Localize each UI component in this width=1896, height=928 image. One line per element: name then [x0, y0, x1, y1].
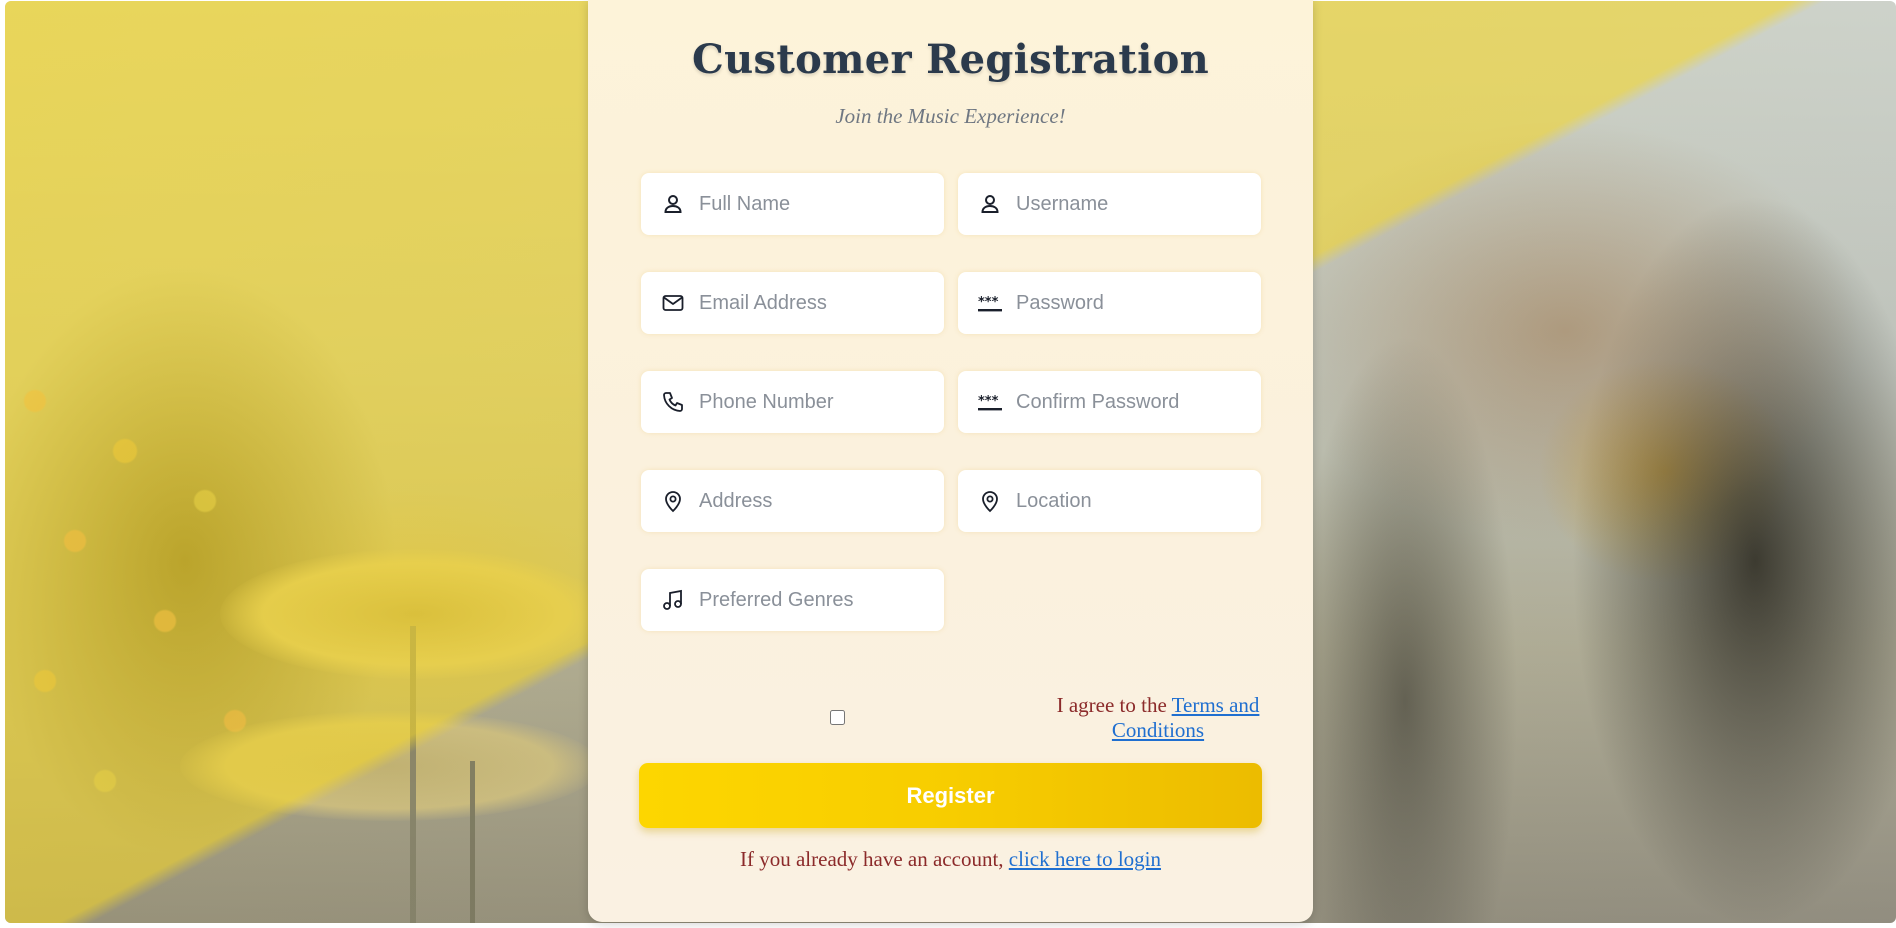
- map-pin-icon: [978, 489, 1002, 513]
- form-title: Customer Registration: [692, 36, 1209, 83]
- phone-field[interactable]: [641, 371, 944, 433]
- login-link[interactable]: click here to login: [1009, 847, 1161, 871]
- preferred-genres-input[interactable]: [699, 569, 929, 631]
- svg-text:***: ***: [978, 394, 999, 409]
- password-field[interactable]: ***: [958, 272, 1261, 334]
- password-icon: ***: [978, 291, 1002, 315]
- user-icon: [661, 192, 685, 216]
- map-pin-icon: [661, 489, 685, 513]
- email-field[interactable]: [641, 272, 944, 334]
- login-prefix: If you already have an account,: [740, 847, 1009, 871]
- registration-card: Customer Registration Join the Music Exp…: [588, 0, 1313, 922]
- password-icon: ***: [978, 390, 1002, 414]
- user-icon: [978, 192, 1002, 216]
- register-button[interactable]: Register: [639, 763, 1262, 828]
- svg-text:***: ***: [978, 295, 999, 310]
- terms-prefix: I agree to the: [1056, 693, 1172, 717]
- music-note-icon: [661, 588, 685, 612]
- phone-icon: [661, 390, 685, 414]
- terms-label: I agree to the Terms and Conditions: [1048, 693, 1268, 743]
- confirm-password-input[interactable]: [1016, 371, 1246, 433]
- username-input[interactable]: [1016, 173, 1246, 235]
- username-field[interactable]: [958, 173, 1261, 235]
- login-prompt: If you already have an account, click he…: [588, 847, 1313, 872]
- terms-checkbox[interactable]: [830, 710, 845, 725]
- mail-icon: [661, 291, 685, 315]
- full-name-field[interactable]: [641, 173, 944, 235]
- location-input[interactable]: [1016, 470, 1246, 532]
- phone-input[interactable]: [699, 371, 929, 433]
- email-input[interactable]: [699, 272, 929, 334]
- preferred-genres-field[interactable]: [641, 569, 944, 631]
- address-input[interactable]: [699, 470, 929, 532]
- location-field[interactable]: [958, 470, 1261, 532]
- confirm-password-field[interactable]: ***: [958, 371, 1261, 433]
- password-input[interactable]: [1016, 272, 1246, 334]
- form-subtitle: Join the Music Experience!: [835, 104, 1066, 128]
- full-name-input[interactable]: [699, 173, 929, 235]
- address-field[interactable]: [641, 470, 944, 532]
